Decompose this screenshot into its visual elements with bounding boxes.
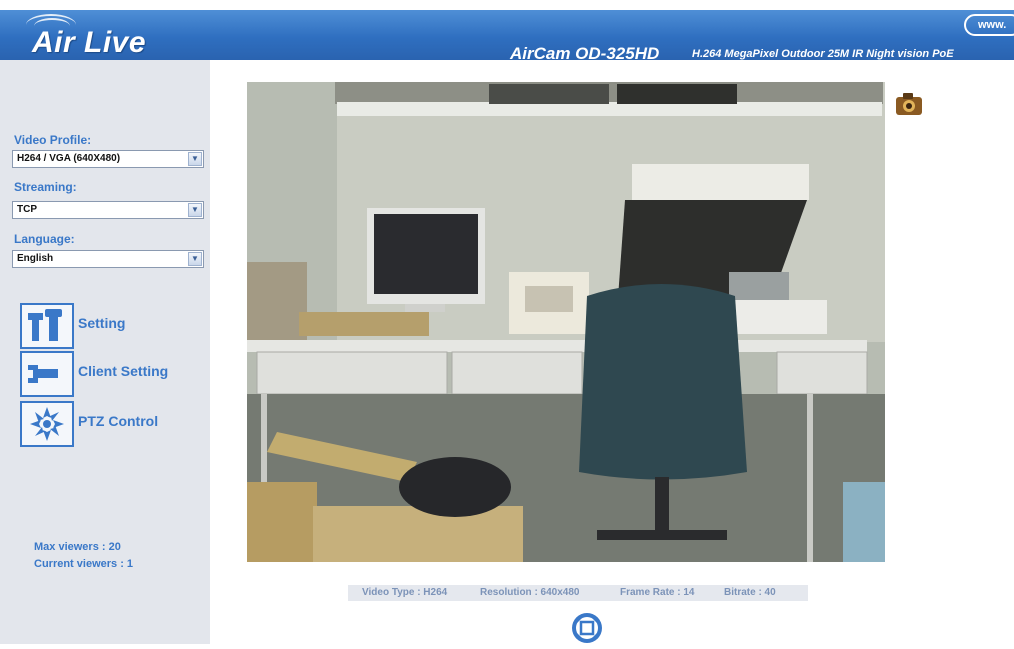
tools-icon [20, 303, 74, 349]
chevron-down-icon[interactable]: ▼ [188, 152, 202, 166]
client-setting-label: Client Setting [78, 363, 169, 379]
max-viewers-text: Max viewers : 20 [34, 541, 121, 553]
brand-logo: Air Live [32, 26, 147, 59]
camera-description: H.264 MegaPixel Outdoor 25M IR Night vis… [692, 48, 954, 60]
streaming-select[interactable]: TCP ▼ [12, 201, 204, 219]
website-link[interactable]: www. [964, 14, 1014, 36]
video-profile-select[interactable]: H264 / VGA (640X480) ▼ [12, 150, 204, 168]
sidebar: Video Profile: H264 / VGA (640X480) ▼ St… [0, 60, 210, 644]
bitrate-text: Bitrate : 40 [724, 587, 776, 598]
streaming-label: Streaming: [14, 180, 77, 194]
wrench-icon [20, 351, 74, 397]
video-profile-label: Video Profile: [14, 133, 92, 147]
chevron-down-icon[interactable]: ▼ [188, 252, 202, 266]
fullscreen-icon[interactable] [571, 612, 603, 644]
top-banner: Air Live AirCam OD-325HD H.264 MegaPixel… [0, 0, 1014, 63]
live-video-view[interactable] [247, 82, 885, 562]
video-profile-value: H264 / VGA (640X480) [17, 153, 121, 164]
chevron-down-icon[interactable]: ▼ [188, 203, 202, 217]
ptz-star-icon [20, 401, 74, 447]
current-viewers-text: Current viewers : 1 [34, 558, 134, 570]
video-type-text: Video Type : H264 [362, 587, 448, 598]
language-value: English [17, 253, 54, 264]
stream-info-bar: Video Type : H264 Resolution : 640x480 F… [348, 585, 808, 601]
resolution-text: Resolution : 640x480 [480, 587, 580, 598]
language-label: Language: [14, 232, 75, 246]
setting-label: Setting [78, 315, 126, 331]
streaming-value: TCP [17, 204, 37, 215]
snapshot-camera-icon[interactable] [894, 90, 924, 118]
ptz-control-label: PTZ Control [78, 413, 159, 429]
language-select[interactable]: English ▼ [12, 250, 204, 268]
frame-rate-text: Frame Rate : 14 [620, 587, 695, 598]
camera-model: AirCam OD-325HD [510, 44, 660, 63]
